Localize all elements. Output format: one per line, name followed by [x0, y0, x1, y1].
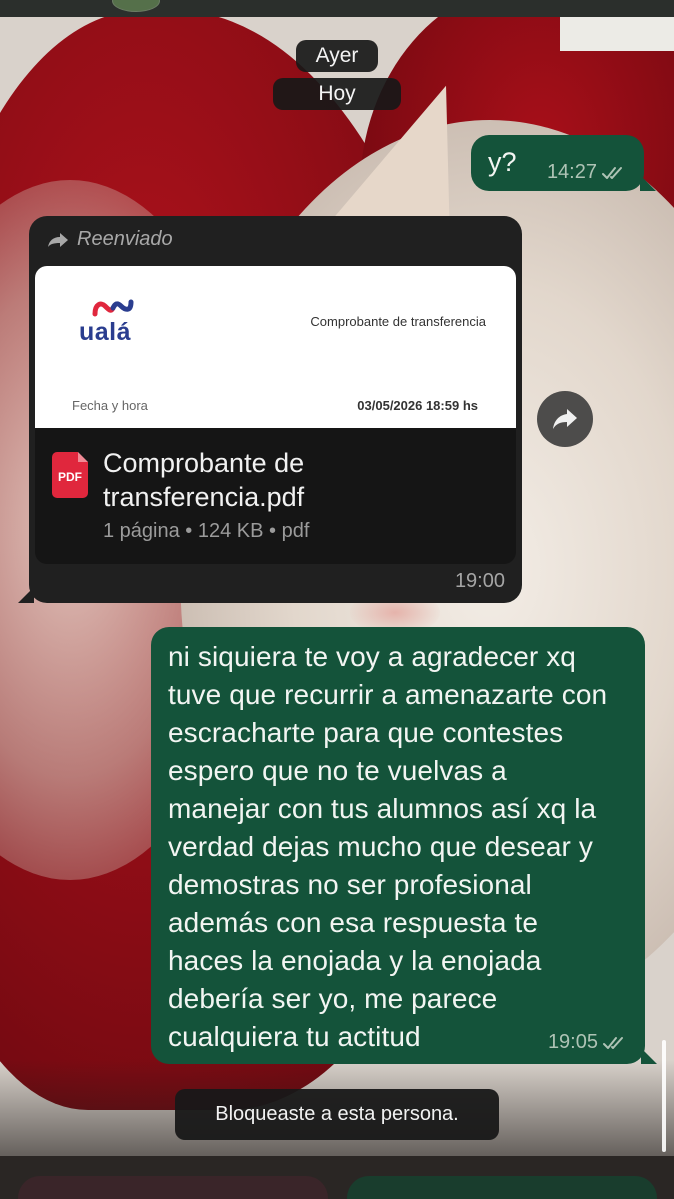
avatar[interactable]	[112, 0, 160, 12]
date-separator-yesterday: Ayer	[296, 40, 378, 72]
date-field-label: Fecha y hora	[72, 398, 148, 413]
brand-name: ualá	[79, 318, 132, 346]
bubble-tail	[18, 587, 34, 603]
forwarded-label: Reenviado	[77, 228, 173, 250]
date-field-value: 03/05/2026 18:59 hs	[357, 398, 478, 413]
incoming-document-message[interactable]: Reenviado ualá Comprobante de transferen…	[29, 216, 522, 603]
pdf-file-icon: PDF	[52, 452, 88, 498]
forwarded-indicator: Reenviado	[47, 228, 173, 251]
pdf-fold	[78, 452, 88, 462]
top-header-strip	[0, 0, 674, 17]
forward-arrow-icon	[48, 232, 68, 247]
share-icon	[553, 409, 577, 429]
date-separator-today: Hoy	[273, 78, 401, 110]
double-check-icon	[603, 1036, 623, 1049]
unblock-button[interactable]	[347, 1176, 657, 1199]
outgoing-message[interactable]: ni siquiera te voy a agradecer xq tuve q…	[151, 627, 645, 1064]
message-time: 19:00	[454, 570, 505, 592]
bubble-tail	[640, 175, 656, 191]
file-details: 1 página • 124 KB • pdf	[103, 520, 310, 542]
share-button[interactable]	[537, 391, 593, 447]
double-check-icon	[602, 166, 622, 179]
document-header: Comprobante de transferencia	[310, 314, 486, 329]
message-meta: 19:05	[548, 1031, 629, 1054]
pdf-badge-label: PDF	[58, 470, 82, 484]
message-text: y?	[488, 147, 517, 177]
message-time: 19:05	[547, 1031, 598, 1053]
delete-chat-button[interactable]	[18, 1176, 328, 1199]
message-meta: 14:27	[547, 161, 628, 184]
top-right-panel	[560, 17, 674, 51]
blocked-notice: Bloqueaste a esta persona.	[175, 1089, 499, 1140]
bottom-action-bar	[0, 1156, 674, 1199]
uala-logo-icon	[92, 299, 134, 317]
file-name: Comprobante de transferencia.pdf	[103, 448, 305, 512]
bubble-tail	[641, 1048, 657, 1064]
document-preview[interactable]: ualá Comprobante de transferencia Fecha …	[35, 266, 516, 428]
message-time: 14:27	[546, 161, 597, 183]
message-text: ni siquiera te voy a agradecer xq tuve q…	[168, 641, 608, 1052]
scrollbar[interactable]	[662, 1040, 666, 1152]
document-info[interactable]: PDF Comprobante de transferencia.pdf 1 p…	[35, 428, 516, 564]
outgoing-message[interactable]: y? 14:27	[471, 135, 644, 191]
